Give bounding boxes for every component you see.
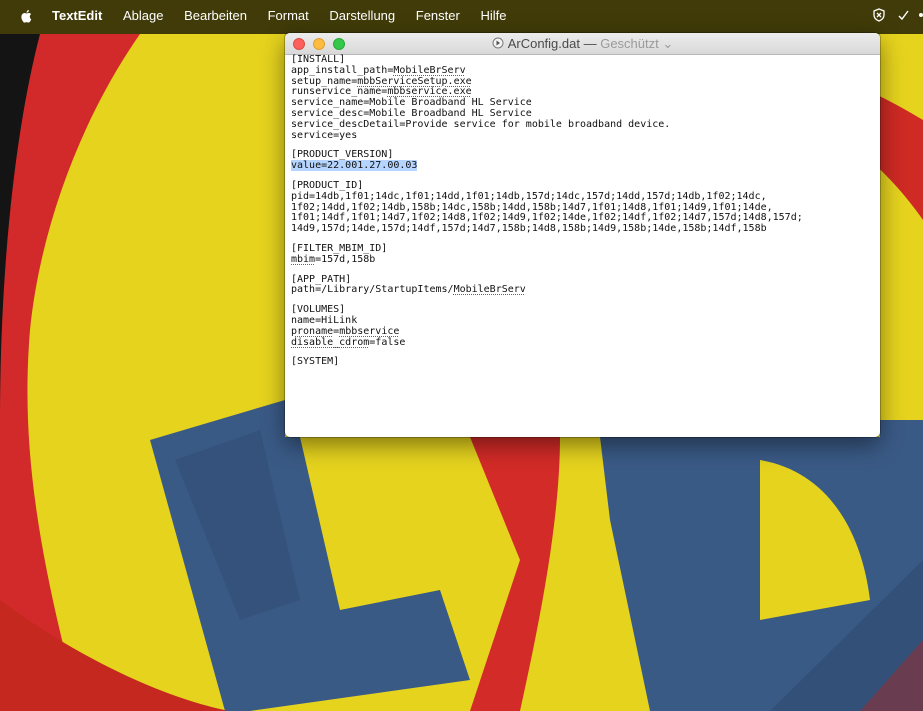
window-title[interactable]: ArConfig.dat — Geschützt ⌄: [285, 36, 880, 52]
menu-bar: TextEdit Ablage Bearbeiten Format Darste…: [0, 0, 923, 34]
menu-format[interactable]: Format: [268, 8, 309, 23]
menu-darstellung[interactable]: Darstellung: [329, 8, 395, 23]
doc-line: 14d9,157d;14de,157d;14df,157d;14d7,158b;…: [291, 223, 767, 235]
doc-text: path=/Library/StartupItems/: [291, 284, 454, 296]
status-dot-icon[interactable]: [917, 8, 923, 22]
misspelled-word: disable_cdrom: [291, 336, 370, 348]
section-system: [SYSTEM]: [291, 356, 340, 368]
section-filter-mbim-id: [FILTER_MBIM_ID]: [291, 242, 388, 254]
doc-line: value=22.001.27.00.03: [291, 160, 880, 172]
doc-text: runservice_name=: [291, 86, 388, 98]
doc-line: disable_cdrom=false: [291, 336, 880, 349]
menu-ablage[interactable]: Ablage: [123, 8, 163, 23]
textedit-window: ArConfig.dat — Geschützt ⌄ [INSTALL] app…: [285, 33, 880, 437]
text-document[interactable]: [INSTALL] app_install_path=MobileBrServ …: [285, 54, 880, 437]
doc-text: app_install_path=: [291, 64, 394, 76]
apple-menu-icon[interactable]: [20, 9, 32, 23]
doc-text: =false: [369, 336, 406, 348]
chevron-down-icon[interactable]: ⌄: [662, 36, 673, 51]
doc-line: path=/Library/StartupItems/MobileBrServ: [291, 284, 880, 296]
misspelled-word: MobileBrServ: [393, 64, 466, 76]
doc-line: pid=14db,1f01;14dc,1f01;14dd,1f01;14db,1…: [291, 190, 767, 202]
doc-text: =157d,158b: [315, 253, 376, 265]
misspelled-word: mbbservice.exe: [387, 86, 472, 98]
window-filename: ArConfig.dat: [507, 36, 580, 51]
doc-line: mbim=157d,158b: [291, 253, 880, 266]
misspelled-word: MobileBrServ: [453, 284, 526, 296]
section-volumes: [VOLUMES]: [291, 304, 346, 316]
menu-fenster[interactable]: Fenster: [416, 8, 460, 23]
doc-line: service=yes: [291, 129, 358, 141]
title-separator: —: [583, 36, 597, 51]
window-titlebar[interactable]: ArConfig.dat — Geschützt ⌄: [285, 33, 880, 55]
menu-bearbeiten[interactable]: Bearbeiten: [184, 8, 247, 23]
document-icon[interactable]: [492, 37, 504, 49]
doc-line: service_descDetail=Provide service for m…: [291, 118, 671, 130]
menu-hilfe[interactable]: Hilfe: [480, 8, 506, 23]
misspelled-word: mbbServiceSetup.exe: [357, 75, 472, 87]
locked-status[interactable]: Geschützt: [600, 36, 659, 51]
selected-text: value=22.001.27.00.03: [291, 160, 418, 172]
checkmark-icon[interactable]: [897, 8, 909, 22]
doc-text: setup_name=: [291, 75, 358, 87]
misspelled-word: mbbservice: [339, 325, 400, 337]
misspelled-word: mbim: [291, 253, 316, 265]
menu-app-name[interactable]: TextEdit: [52, 8, 102, 23]
misspelled-word: proname: [291, 325, 334, 337]
shield-x-icon[interactable]: [872, 8, 886, 22]
